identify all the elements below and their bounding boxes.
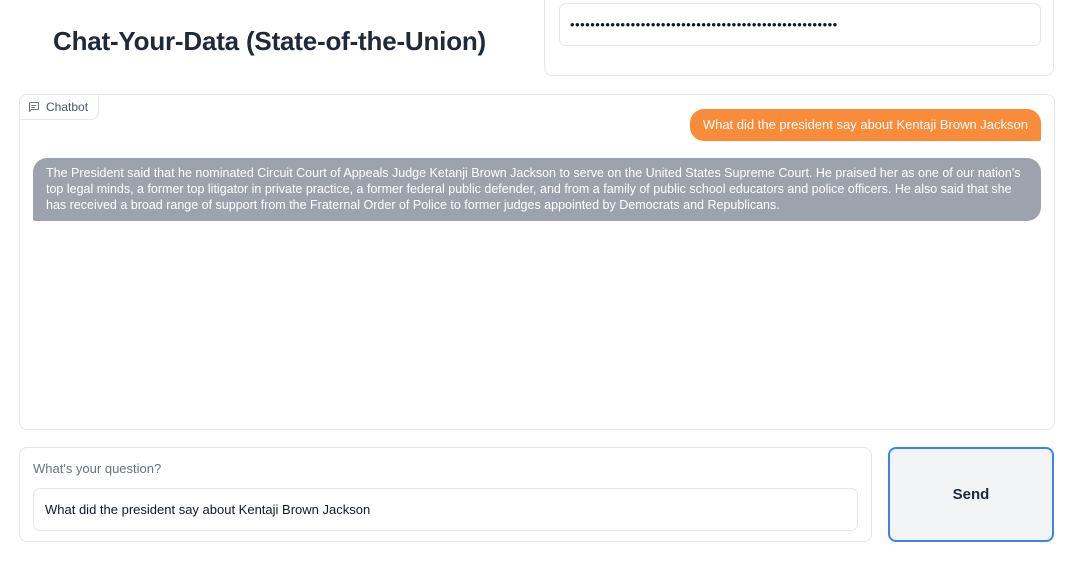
api-key-panel: ••••••••••••••••••••••••••••••••••••••••…: [544, 0, 1054, 76]
question-input[interactable]: What did the president say about Kentaji…: [33, 488, 858, 531]
chatbot-panel: Chatbot What did the president say about…: [19, 94, 1055, 430]
bot-message: The President said that he nominated Cir…: [33, 158, 1041, 221]
page-title: Chat-Your-Data (State-of-the-Union): [53, 26, 487, 56]
question-label: What's your question?: [33, 461, 162, 476]
chatbot-label-tag: Chatbot: [20, 95, 100, 120]
user-message: What did the president say about Kentaji…: [689, 109, 1041, 141]
question-panel: What's your question? What did the presi…: [19, 447, 872, 542]
api-key-input[interactable]: ••••••••••••••••••••••••••••••••••••••••…: [559, 3, 1041, 46]
chatbot-label: Chatbot: [46, 100, 89, 114]
send-button[interactable]: Send: [888, 447, 1054, 542]
chat-bubble-icon: [28, 101, 40, 113]
